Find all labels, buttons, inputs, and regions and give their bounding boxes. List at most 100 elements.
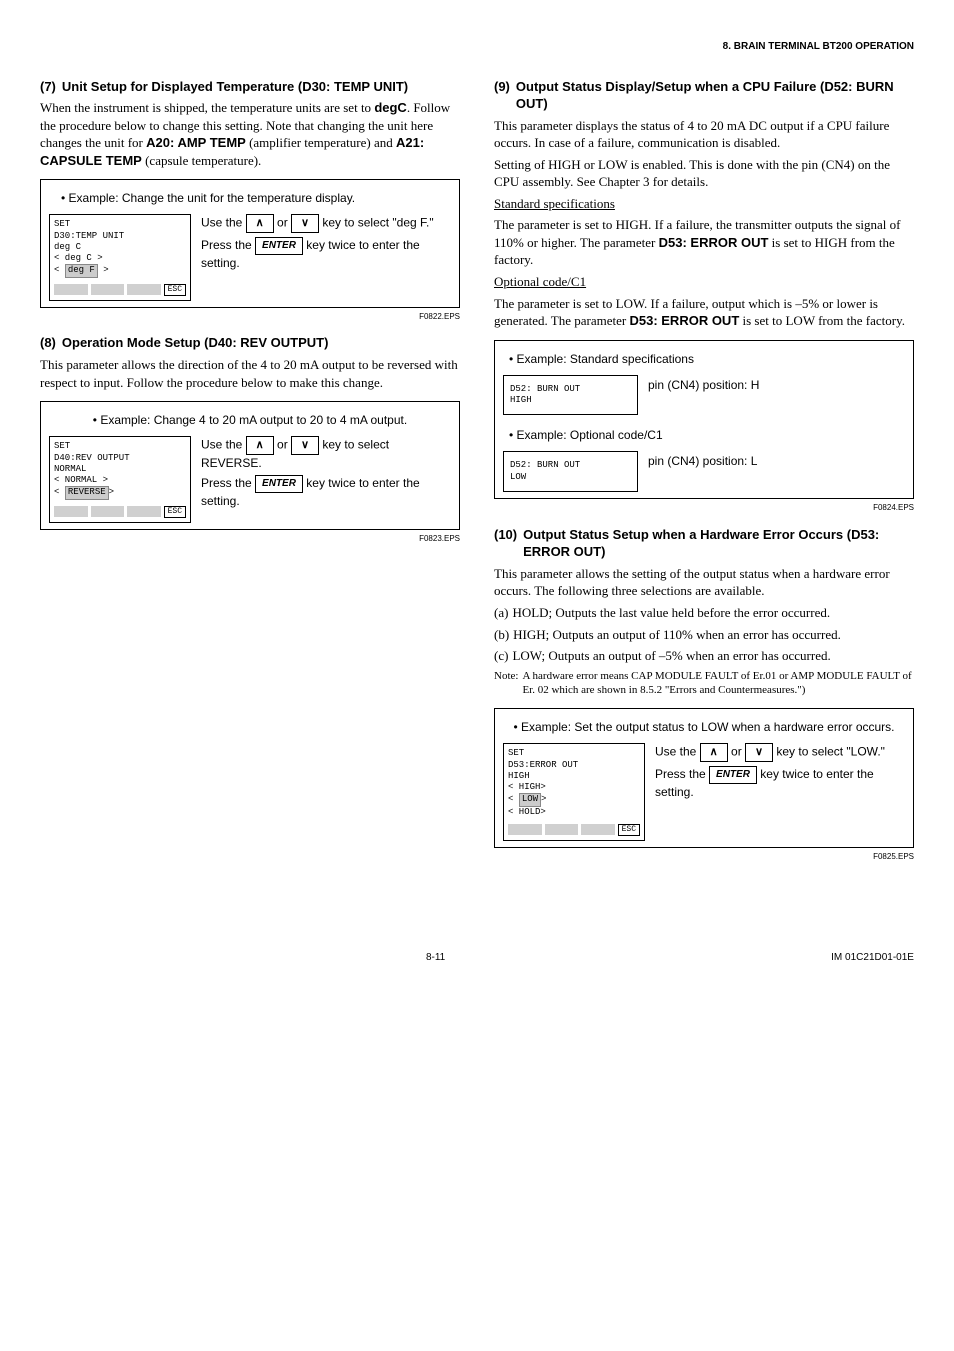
heading-section-8: (8) Operation Mode Setup (D40: REV OUTPU… — [40, 334, 460, 352]
lcd-line: HIGH — [510, 395, 631, 406]
example-title: • Example: Optional code/C1 — [509, 427, 899, 443]
text: Press the — [655, 767, 709, 781]
arrow-up-icon: ∧ — [710, 746, 718, 758]
example-title: • Example: Change 4 to 20 mA output to 2… — [55, 412, 445, 428]
lcd-display: SET D40:REV OUTPUT NORMAL < NORMAL > < R… — [49, 436, 191, 522]
paragraph: The parameter is set to LOW. If a failur… — [494, 295, 914, 330]
lcd-keys-row: ESC — [54, 284, 186, 296]
example-box-d40: • Example: Change 4 to 20 mA output to 2… — [40, 401, 460, 529]
arrow-up-icon: ∧ — [256, 439, 264, 451]
text: is set to LOW from the factory. — [739, 313, 905, 328]
instruction-line: Press the ENTER key twice to enter the s… — [201, 237, 451, 271]
lcd-line: D52: BURN OUT — [510, 460, 631, 471]
heading-num: (9) — [494, 78, 510, 113]
list-text: LOW; Outputs an output of –5% when an er… — [512, 647, 914, 665]
instructions: Use the ∧ or ∨ key to select REVERSE. Pr… — [201, 436, 451, 522]
instruction-line: Use the ∧ or ∨ key to select "LOW." — [655, 743, 905, 762]
esc-key: ESC — [618, 824, 640, 836]
heading-section-7: (7) Unit Setup for Displayed Temperature… — [40, 78, 460, 96]
blank-key — [581, 824, 615, 835]
text: or — [728, 745, 745, 759]
arrow-up-key: ∧ — [246, 214, 274, 233]
blank-key — [54, 506, 88, 517]
heading-title: Output Status Display/Setup when a CPU F… — [516, 78, 914, 113]
lcd-line: D40:REV OUTPUT — [54, 453, 186, 464]
subheading: Optional code/C1 — [494, 273, 914, 291]
paragraph: This parameter displays the status of 4 … — [494, 117, 914, 152]
text: Use the — [201, 216, 246, 230]
note: Note: A hardware error means CAP MODULE … — [494, 669, 914, 699]
heading-num: (10) — [494, 526, 517, 561]
text: < — [508, 794, 519, 804]
heading-title: Output Status Setup when a Hardware Erro… — [523, 526, 914, 561]
lcd-line: HIGH — [508, 771, 640, 782]
text: (capsule temperature). — [142, 153, 261, 168]
example-title: • Example: Standard specifications — [509, 351, 899, 367]
paragraph: This parameter allows the setting of the… — [494, 565, 914, 600]
doc-number: IM 01C21D01-01E — [831, 951, 914, 965]
heading-num: (7) — [40, 78, 56, 96]
text: or — [274, 216, 291, 230]
text: key to select "deg F." — [319, 216, 434, 230]
enter-key: ENTER — [709, 766, 757, 784]
arrow-up-key: ∧ — [700, 743, 728, 762]
list-marker: (b) — [494, 626, 509, 644]
lcd-line: LOW — [510, 472, 631, 483]
blank-key — [127, 284, 161, 295]
figure-caption: F0823.EPS — [40, 534, 460, 545]
text-bold: A20: AMP TEMP — [146, 135, 246, 150]
figure-caption: F0824.EPS — [494, 503, 914, 514]
lcd-line: < LOW> — [508, 793, 640, 806]
pin-position: pin (CN4) position: H — [648, 375, 905, 393]
blank-key — [508, 824, 542, 835]
list-marker: (a) — [494, 604, 508, 622]
enter-key: ENTER — [255, 475, 303, 493]
blank-key — [545, 824, 579, 835]
lcd-keys-row: ESC — [54, 506, 186, 518]
list-item-a: (a) HOLD; Outputs the last value held be… — [494, 604, 914, 622]
paragraph: The parameter is set to HIGH. If a failu… — [494, 216, 914, 269]
lcd-line: < REVERSE> — [54, 486, 186, 499]
arrow-down-icon: ∨ — [301, 217, 309, 229]
text: When the instrument is shipped, the temp… — [40, 100, 374, 115]
figure-caption: F0825.EPS — [494, 852, 914, 863]
paragraph: This parameter allows the direction of t… — [40, 356, 460, 391]
page-footer: 8-11 IM 01C21D01-01E — [40, 951, 914, 965]
example-box-d30: • Example: Change the unit for the tempe… — [40, 179, 460, 307]
heading-section-9: (9) Output Status Display/Setup when a C… — [494, 78, 914, 113]
blank-key — [127, 506, 161, 517]
lcd-line: < NORMAL > — [54, 475, 186, 486]
lcd-display: D52: BURN OUT LOW — [503, 451, 638, 492]
heading-title: Operation Mode Setup (D40: REV OUTPUT) — [62, 334, 329, 352]
example-title: • Example: Change the unit for the tempe… — [55, 190, 445, 206]
text: > — [109, 487, 114, 497]
instruction-line: Press the ENTER key twice to enter the s… — [655, 766, 905, 800]
heading-title: Unit Setup for Displayed Temperature (D3… — [62, 78, 408, 96]
text: Press the — [201, 476, 255, 490]
page-number: 8-11 — [426, 951, 445, 965]
arrow-down-key: ∨ — [291, 436, 319, 455]
text-bold: D53: ERROR OUT — [629, 313, 739, 328]
lcd-line: SET — [54, 441, 186, 452]
right-column: (9) Output Status Display/Setup when a C… — [494, 66, 914, 871]
lcd-display: SET D30:TEMP UNIT deg C < deg C > < deg … — [49, 214, 191, 300]
text-bold: D53: ERROR OUT — [659, 235, 769, 250]
heading-num: (8) — [40, 334, 56, 352]
text-bold: degC — [374, 100, 407, 115]
blank-key — [54, 284, 88, 295]
underline-text: Optional code/C1 — [494, 274, 586, 289]
lcd-line: < HIGH> — [508, 782, 640, 793]
lcd-line: < deg F > — [54, 264, 186, 277]
note-text: A hardware error means CAP MODULE FAULT … — [522, 669, 914, 699]
lcd-line: NORMAL — [54, 464, 186, 475]
underline-text: Standard specifications — [494, 196, 615, 211]
blank-key — [91, 506, 125, 517]
heading-section-10: (10) Output Status Setup when a Hardware… — [494, 526, 914, 561]
lcd-line: deg C — [54, 242, 186, 253]
blank-key — [91, 284, 125, 295]
text: > — [541, 794, 546, 804]
note-marker: Note: — [494, 669, 518, 699]
arrow-down-icon: ∨ — [301, 439, 309, 451]
list-item-b: (b) HIGH; Outputs an output of 110% when… — [494, 626, 914, 644]
arrow-down-key: ∨ — [745, 743, 773, 762]
